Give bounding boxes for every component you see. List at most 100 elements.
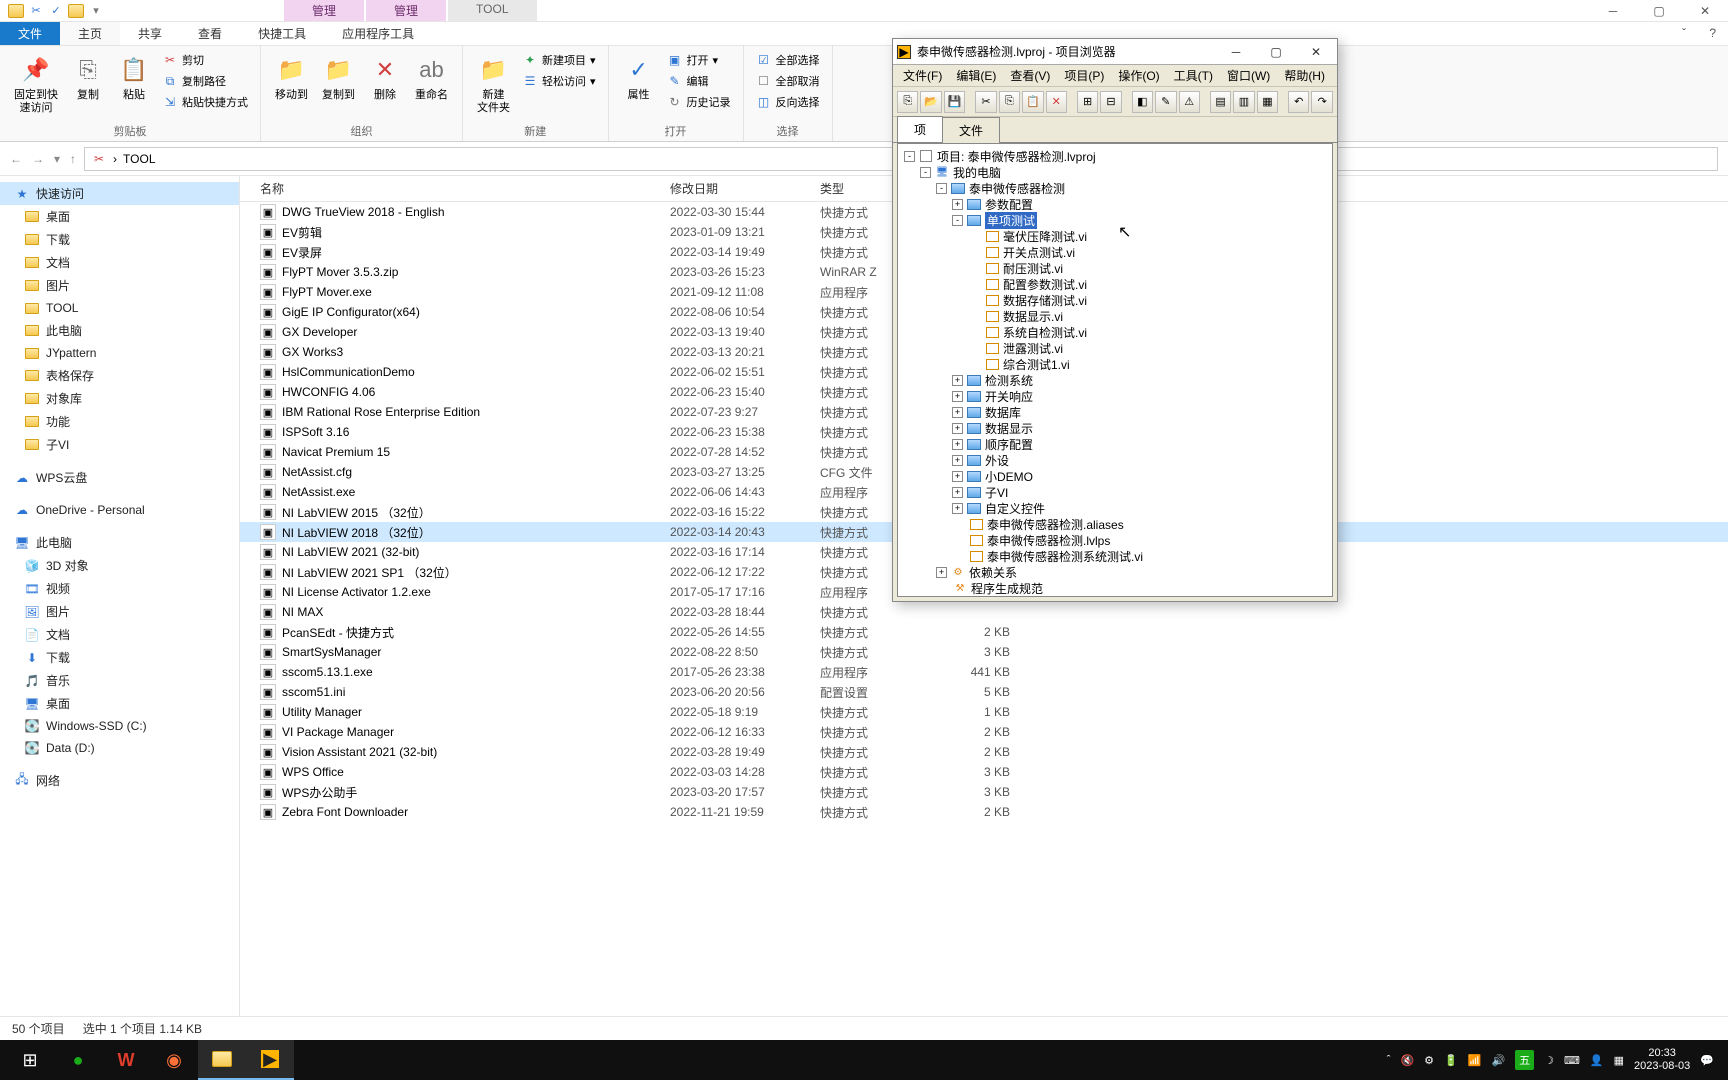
lv-project-tree[interactable]: -项目: 泰申微传感器检测.lvproj-🖥我的电脑-泰申微传感器检测+参数配置… [897, 143, 1333, 597]
tree-node[interactable]: ⚒程序生成规范 [900, 580, 1330, 596]
tab-view[interactable]: 查看 [180, 22, 240, 45]
lv-tool-btn[interactable]: ↶ [1288, 91, 1309, 113]
tray-icon[interactable]: ☽ [1544, 1054, 1554, 1067]
lv-tab-file[interactable]: 文件 [942, 117, 1000, 143]
file-row[interactable]: ▣Zebra Font Downloader2022-11-21 19:59快捷… [240, 802, 1728, 822]
sidebar-item[interactable]: 图片 [0, 274, 239, 297]
file-row[interactable]: ▣VI Package Manager2022-06-12 16:33快捷方式2… [240, 722, 1728, 742]
tray-ime[interactable]: 五 [1515, 1050, 1534, 1070]
tree-node[interactable]: +顺序配置 [900, 436, 1330, 452]
tree-node[interactable]: 泄露测试.vi [900, 340, 1330, 356]
lv-menu-item[interactable]: 查看(V) [1004, 65, 1056, 86]
tab-app-tools[interactable]: 应用程序工具 [324, 22, 432, 45]
sidebar-item[interactable]: 桌面 [0, 205, 239, 228]
task-wechat[interactable]: ● [54, 1040, 102, 1080]
tree-node[interactable]: 开关点测试.vi [900, 244, 1330, 260]
sidebar-item[interactable]: 对象库 [0, 387, 239, 410]
lv-tool-btn[interactable]: ⊟ [1100, 91, 1121, 113]
tree-node[interactable]: -🖥我的电脑 [900, 164, 1330, 180]
tree-node[interactable]: 泰申微传感器检测.lvlps [900, 532, 1330, 548]
minimize-button[interactable]: ─ [1590, 0, 1636, 22]
lv-tool-btn[interactable]: 📋 [1022, 91, 1043, 113]
cut-button[interactable]: ✂剪切 [158, 50, 252, 70]
file-row[interactable]: ▣PcanSEdt - 快捷方式2022-05-26 14:55快捷方式2 KB [240, 622, 1728, 642]
tray-expand-icon[interactable]: ˆ [1387, 1054, 1391, 1066]
tree-node[interactable]: +⚙依赖关系 [900, 564, 1330, 580]
selectall-button[interactable]: ☑全部选择 [752, 50, 824, 70]
task-wps[interactable]: W [102, 1040, 150, 1080]
tree-node[interactable]: +检测系统 [900, 372, 1330, 388]
moveto-button[interactable]: 📁移动到 [269, 50, 314, 106]
sidebar-network[interactable]: 🖧网络 [0, 769, 239, 792]
tree-node[interactable]: 数据显示.vi [900, 308, 1330, 324]
sidebar-item[interactable]: 此电脑 [0, 319, 239, 342]
copy-button[interactable]: ⎘复制 [66, 50, 110, 106]
lv-menu-item[interactable]: 文件(F) [897, 65, 948, 86]
tray-icon[interactable]: 📶 [1468, 1054, 1482, 1067]
newfolder-button[interactable]: 📁新建 文件夹 [471, 50, 516, 119]
sidebar-item[interactable]: 功能 [0, 410, 239, 433]
taskbar[interactable]: ⊞ ● W ◉ ▶ ˆ 🔇 ⚙ 🔋 📶 🔊 五 ☽ ⌨ 👤 ▦ 20:33202… [0, 1040, 1728, 1080]
start-button[interactable]: ⊞ [6, 1040, 54, 1080]
tab-file[interactable]: 文件 [0, 22, 60, 45]
sidebar-onedrive[interactable]: ☁OneDrive - Personal [0, 499, 239, 521]
lv-tool-btn[interactable]: ▦ [1257, 91, 1278, 113]
sidebar-item[interactable]: 💽Windows-SSD (C:) [0, 715, 239, 737]
paste-button[interactable]: 📋粘贴 [112, 50, 156, 106]
system-tray[interactable]: ˆ 🔇 ⚙ 🔋 📶 🔊 五 ☽ ⌨ 👤 ▦ 20:332023-08-03 💬 [1387, 1047, 1722, 1073]
file-row[interactable]: ▣WPS Office2022-03-03 14:28快捷方式3 KB [240, 762, 1728, 782]
lv-menu-item[interactable]: 项目(P) [1058, 65, 1110, 86]
tree-node[interactable]: +自定义控件 [900, 500, 1330, 516]
tab-home[interactable]: 主页 [60, 22, 120, 45]
copypath-button[interactable]: ⧉复制路径 [158, 71, 252, 91]
task-explorer[interactable] [198, 1040, 246, 1080]
sidebar-item[interactable]: 🧊3D 对象 [0, 554, 239, 577]
tree-node[interactable]: 泰申微传感器检测.aliases [900, 516, 1330, 532]
sidebar-item[interactable]: 🎞视频 [0, 577, 239, 600]
properties-button[interactable]: ✓属性 [617, 50, 661, 106]
lv-tool-btn[interactable]: ✂ [975, 91, 996, 113]
sidebar-item[interactable]: 下载 [0, 228, 239, 251]
newitem-button[interactable]: ✦新建项目 ▾ [518, 50, 600, 70]
sidebar-item[interactable]: 📄文档 [0, 623, 239, 646]
lv-tool-btn[interactable]: ▥ [1233, 91, 1254, 113]
lv-tool-btn[interactable]: ✕ [1046, 91, 1067, 113]
sidebar-item[interactable]: 🖥桌面 [0, 692, 239, 715]
tree-node[interactable]: 耐压测试.vi [900, 260, 1330, 276]
sidebar-item[interactable]: 🎵音乐 [0, 669, 239, 692]
tree-node[interactable]: +外设 [900, 452, 1330, 468]
tab-share[interactable]: 共享 [120, 22, 180, 45]
open-button[interactable]: ▣打开 ▾ [663, 50, 735, 70]
lv-toolbar[interactable]: ⎘ 📂 💾 ✂ ⎘ 📋 ✕ ⊞ ⊟ ◧ ✎ ⚠ ▤ ▥ ▦ ↶ ↷ [893, 87, 1337, 117]
pin-button[interactable]: 📌固定到快 速访问 [8, 50, 64, 119]
path-segment[interactable]: TOOL [123, 152, 155, 166]
col-date[interactable]: 修改日期 [670, 180, 820, 197]
file-row[interactable]: ▣Vision Assistant 2021 (32-bit)2022-03-2… [240, 742, 1728, 762]
tree-node[interactable]: 毫伏压降测试.vi [900, 228, 1330, 244]
sidebar-item[interactable]: JYpattern [0, 342, 239, 364]
tree-node[interactable]: +小DEMO [900, 468, 1330, 484]
lv-menu-item[interactable]: 编辑(E) [950, 65, 1002, 86]
lv-tool-btn[interactable]: 📂 [920, 91, 941, 113]
easyaccess-button[interactable]: ☰轻松访问 ▾ [518, 71, 600, 91]
qat-check-icon[interactable]: ✓ [48, 3, 64, 19]
tray-notifications-icon[interactable]: 💬 [1700, 1054, 1714, 1067]
tray-icon[interactable]: 🔋 [1444, 1054, 1458, 1067]
up-button[interactable]: ↑ [70, 152, 76, 166]
context-tab-shortcut[interactable]: 管理 [284, 0, 364, 21]
tray-icon[interactable]: 👤 [1590, 1054, 1604, 1067]
lv-tool-btn[interactable]: ⊞ [1077, 91, 1098, 113]
tray-icon[interactable]: 🔊 [1491, 1054, 1505, 1067]
sidebar-thispc[interactable]: 🖥此电脑 [0, 531, 239, 554]
sidebar-item[interactable]: 🖼图片 [0, 600, 239, 623]
sidebar-wps[interactable]: ☁WPS云盘 [0, 466, 239, 489]
back-button[interactable]: ← [10, 152, 22, 166]
nav-sidebar[interactable]: ★快速访问 桌面下载文档图片TOOL此电脑JYpattern表格保存对象库功能子… [0, 176, 240, 1016]
lv-minimize-button[interactable]: ─ [1219, 41, 1253, 63]
lv-tool-btn[interactable]: ⎘ [999, 91, 1020, 113]
tab-shortcut-tools[interactable]: 快捷工具 [240, 22, 324, 45]
file-row[interactable]: ▣sscom51.ini2023-06-20 20:56配置设置5 KB [240, 682, 1728, 702]
invertselect-button[interactable]: ◫反向选择 [752, 92, 824, 112]
tree-node[interactable]: -项目: 泰申微传感器检测.lvproj [900, 148, 1330, 164]
lv-menu-item[interactable]: 帮助(H) [1278, 65, 1331, 86]
